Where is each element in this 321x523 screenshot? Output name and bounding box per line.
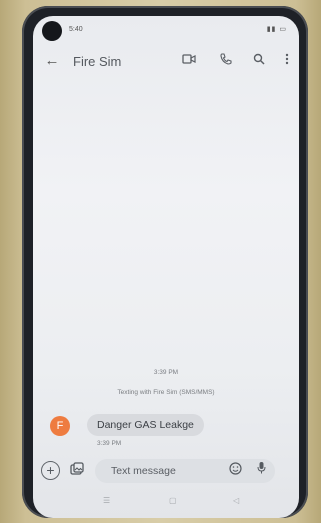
status-time: 5:40 <box>69 26 83 33</box>
add-attachment-button[interactable]: + <box>41 461 60 480</box>
app-bar: ← Fire Sim <box>33 46 299 78</box>
date-time-divider: 3:39 PM <box>153 369 179 376</box>
message-input-container <box>95 459 275 483</box>
back-nav-icon[interactable]: ◁ <box>233 496 239 505</box>
phone-screen: 5:40 ▮▮ ▭ ← Fire Sim 3:39 PM Texting wit… <box>33 16 299 518</box>
message-composer: + <box>33 456 299 486</box>
gallery-icon[interactable] <box>67 461 87 481</box>
texting-info: Texting with Fire Sim (SMS/MMS) <box>117 389 215 396</box>
message-time: 3:39 PM <box>97 440 122 447</box>
recents-nav-icon[interactable]: ☰ <box>103 496 110 505</box>
emoji-icon[interactable] <box>225 461 245 481</box>
message-input[interactable] <box>111 459 221 483</box>
signal-icon: ▮▮ <box>266 26 277 33</box>
navigation-bar: ☰ ▢ ◁ <box>33 494 299 512</box>
contact-avatar[interactable]: F <box>50 416 70 436</box>
home-nav-icon[interactable]: ▢ <box>169 496 177 505</box>
status-icons: ▮▮ ▭ <box>267 25 287 33</box>
search-icon[interactable] <box>250 52 268 70</box>
back-arrow-icon[interactable]: ← <box>43 52 61 70</box>
phone-call-icon[interactable] <box>217 52 235 70</box>
microphone-icon[interactable] <box>253 461 269 481</box>
more-options-icon[interactable] <box>278 52 296 70</box>
conversation-title: Fire Sim <box>73 54 122 69</box>
video-call-icon[interactable] <box>180 52 198 70</box>
front-camera <box>42 21 62 41</box>
message-bubble[interactable]: Danger GAS Leakge <box>87 414 204 436</box>
battery-icon: ▭ <box>279 26 287 33</box>
